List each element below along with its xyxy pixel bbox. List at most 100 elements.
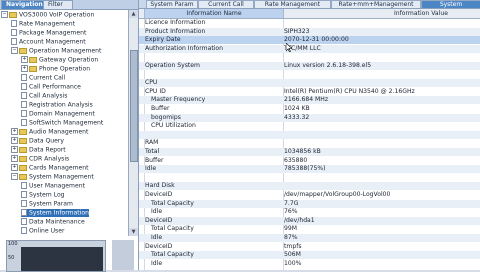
tree-item[interactable]: Call Analysis xyxy=(21,92,67,100)
folder-icon xyxy=(19,47,27,54)
scroll-up-icon[interactable]: ▲ xyxy=(129,10,138,18)
tree-item[interactable]: System Log xyxy=(21,191,65,199)
table-row[interactable]: Idle 87% xyxy=(139,234,480,242)
table-row[interactable]: bogomips 4333.32 xyxy=(139,113,480,122)
tree-item[interactable]: Package Management xyxy=(11,29,86,37)
info-value-cell: 2166.684 MHz xyxy=(284,96,329,104)
expand-icon[interactable]: + xyxy=(21,56,28,63)
tree-item[interactable]: SoftSwitch Management xyxy=(21,119,103,127)
tree-scrollbar[interactable]: ▲ ▼ xyxy=(128,10,138,236)
tab-rate-management[interactable]: Rate Management xyxy=(254,0,331,8)
tab-system-param[interactable]: System Param xyxy=(146,0,198,8)
expand-icon[interactable]: + xyxy=(11,155,18,162)
info-name-cell: CPU ID xyxy=(145,87,166,95)
info-name-cell: Buffer xyxy=(151,105,170,112)
tree-item[interactable]: + Phone Operation xyxy=(21,65,90,73)
table-row[interactable]: Total Capacity 99M xyxy=(139,225,480,233)
info-name-cell: Hard Disk xyxy=(145,182,175,190)
expand-icon[interactable]: + xyxy=(11,137,18,144)
table-row[interactable]: Buffer 1024 KB xyxy=(139,105,480,113)
scroll-down-icon[interactable]: ▼ xyxy=(129,228,138,236)
collapse-icon[interactable]: − xyxy=(11,173,18,180)
folder-icon xyxy=(29,56,37,63)
tree-item-label: Registration Analysis xyxy=(29,101,93,109)
tree-item[interactable]: + Data Query xyxy=(11,137,64,145)
tree-item[interactable]: + Data Report xyxy=(11,146,66,154)
info-name-cell: DeviceID xyxy=(145,216,173,224)
tree-item[interactable]: − VOS3000 VoIP Operation xyxy=(1,11,94,19)
tab-system[interactable]: System xyxy=(421,0,480,8)
table-row[interactable]: DeviceID tmpfs xyxy=(139,243,480,251)
tree-item[interactable]: Online User xyxy=(21,227,64,235)
page-icon xyxy=(21,92,27,99)
column-header-name[interactable]: Information Name xyxy=(145,9,284,18)
tree-item[interactable]: Registration Analysis xyxy=(21,101,93,109)
tree-item[interactable]: System Information xyxy=(21,209,89,217)
tree-item[interactable]: Data Maintenance xyxy=(21,218,85,226)
tab-current-call[interactable]: Current Call xyxy=(198,0,254,8)
expand-icon[interactable]: + xyxy=(11,164,18,171)
tree-item[interactable]: − System Management xyxy=(11,173,94,181)
table-row[interactable]: Authorization Information TTC/MM LLC xyxy=(139,44,480,53)
tree-item[interactable]: + Cards Management xyxy=(11,164,89,172)
table-row[interactable] xyxy=(139,174,480,182)
folder-icon xyxy=(19,128,27,135)
info-name-cell: Idle xyxy=(151,234,163,241)
info-name-cell: Idle xyxy=(151,208,163,216)
table-row[interactable]: Buffer 635880 xyxy=(139,157,480,165)
scrollbar-thumb[interactable] xyxy=(130,50,138,162)
info-name-cell: Authorization Information xyxy=(145,44,224,52)
table-row[interactable]: Total Capacity 7.7G xyxy=(139,199,480,208)
tree-item[interactable]: Account Management xyxy=(11,38,86,46)
tree-item[interactable]: Call Performance xyxy=(21,83,81,91)
table-row[interactable]: Master Frequency 2166.684 MHz xyxy=(139,96,480,105)
tree-item[interactable]: + Audio Management xyxy=(11,128,88,136)
expand-icon[interactable]: + xyxy=(11,128,18,135)
tree-item[interactable]: User Management xyxy=(21,182,85,190)
tab-filter[interactable]: Filter xyxy=(43,0,73,9)
tree-item[interactable]: Domain Management xyxy=(21,110,95,118)
table-row[interactable]: Total Capacity 506M xyxy=(139,251,480,260)
table-row[interactable]: Licence Information xyxy=(139,19,480,27)
tab-navigation[interactable]: Navigation xyxy=(1,0,45,9)
table-row[interactable]: Total 1034856 kB xyxy=(139,148,480,156)
info-value-cell: 2070-12-31 00:00:00 xyxy=(284,36,349,44)
performance-chart: 100 50 xyxy=(6,240,106,272)
info-name-cell: Operation System xyxy=(145,62,200,69)
tree-item[interactable]: − Operation Management xyxy=(11,47,101,55)
table-row[interactable]: CPU xyxy=(139,79,480,88)
table-row[interactable]: RAM xyxy=(139,139,480,147)
table-row[interactable]: DeviceID/dev/hda1 xyxy=(139,216,480,225)
expand-icon[interactable]: + xyxy=(11,146,18,153)
tree-item[interactable]: Rate Management xyxy=(11,20,75,28)
table-row[interactable]: CPU ID Intel(R) Pentium(R) CPU N3540 @ 2.… xyxy=(139,88,480,96)
navigation-tree: − VOS3000 VoIP Operation Rate Management Pa… xyxy=(1,10,127,236)
table-row[interactable]: Idle 100% xyxy=(139,260,480,268)
tree-item[interactable]: Current Call xyxy=(21,74,65,82)
table-row[interactable]: Expiry Date 2070-12-31 00:00:00 xyxy=(139,36,480,45)
collapse-icon[interactable]: − xyxy=(1,11,8,18)
table-row[interactable]: Product Information SIPH323 xyxy=(139,27,480,36)
table-row[interactable]: Idle 76% xyxy=(139,208,480,216)
tree-item[interactable]: System Param xyxy=(21,200,73,208)
table-row[interactable]: Idle 785388(75%) xyxy=(139,165,480,174)
table-row[interactable]: DeviceID/dev/mapper/VolGroup00-LogVol00 xyxy=(139,191,480,199)
table-row[interactable]: CPU Utilization xyxy=(139,122,480,130)
table-row[interactable] xyxy=(139,53,480,61)
folder-icon xyxy=(19,155,27,162)
column-header-value[interactable]: Information Value xyxy=(284,9,480,18)
table-row[interactable] xyxy=(139,71,480,79)
table-row[interactable] xyxy=(139,130,480,139)
tree-item-label: Call Analysis xyxy=(29,92,68,100)
page-icon xyxy=(11,38,17,45)
content-tab-bar: System Param Current Call Rate Managemen… xyxy=(139,0,480,9)
expand-icon[interactable]: + xyxy=(21,65,28,72)
info-name-cell: Master Frequency xyxy=(151,96,206,104)
collapse-icon[interactable]: − xyxy=(11,47,18,54)
tree-item[interactable]: + CDR Analysis xyxy=(11,155,69,163)
table-row[interactable]: Hard Disk xyxy=(139,182,480,191)
tab-rate-mm-management[interactable]: Rate+mm+Management xyxy=(331,0,421,8)
tree-item[interactable]: + Gateway Operation xyxy=(21,56,98,64)
table-row[interactable]: Operation System Linux version 2.6.18-398… xyxy=(139,62,480,70)
info-name-cell: Idle xyxy=(145,165,157,173)
